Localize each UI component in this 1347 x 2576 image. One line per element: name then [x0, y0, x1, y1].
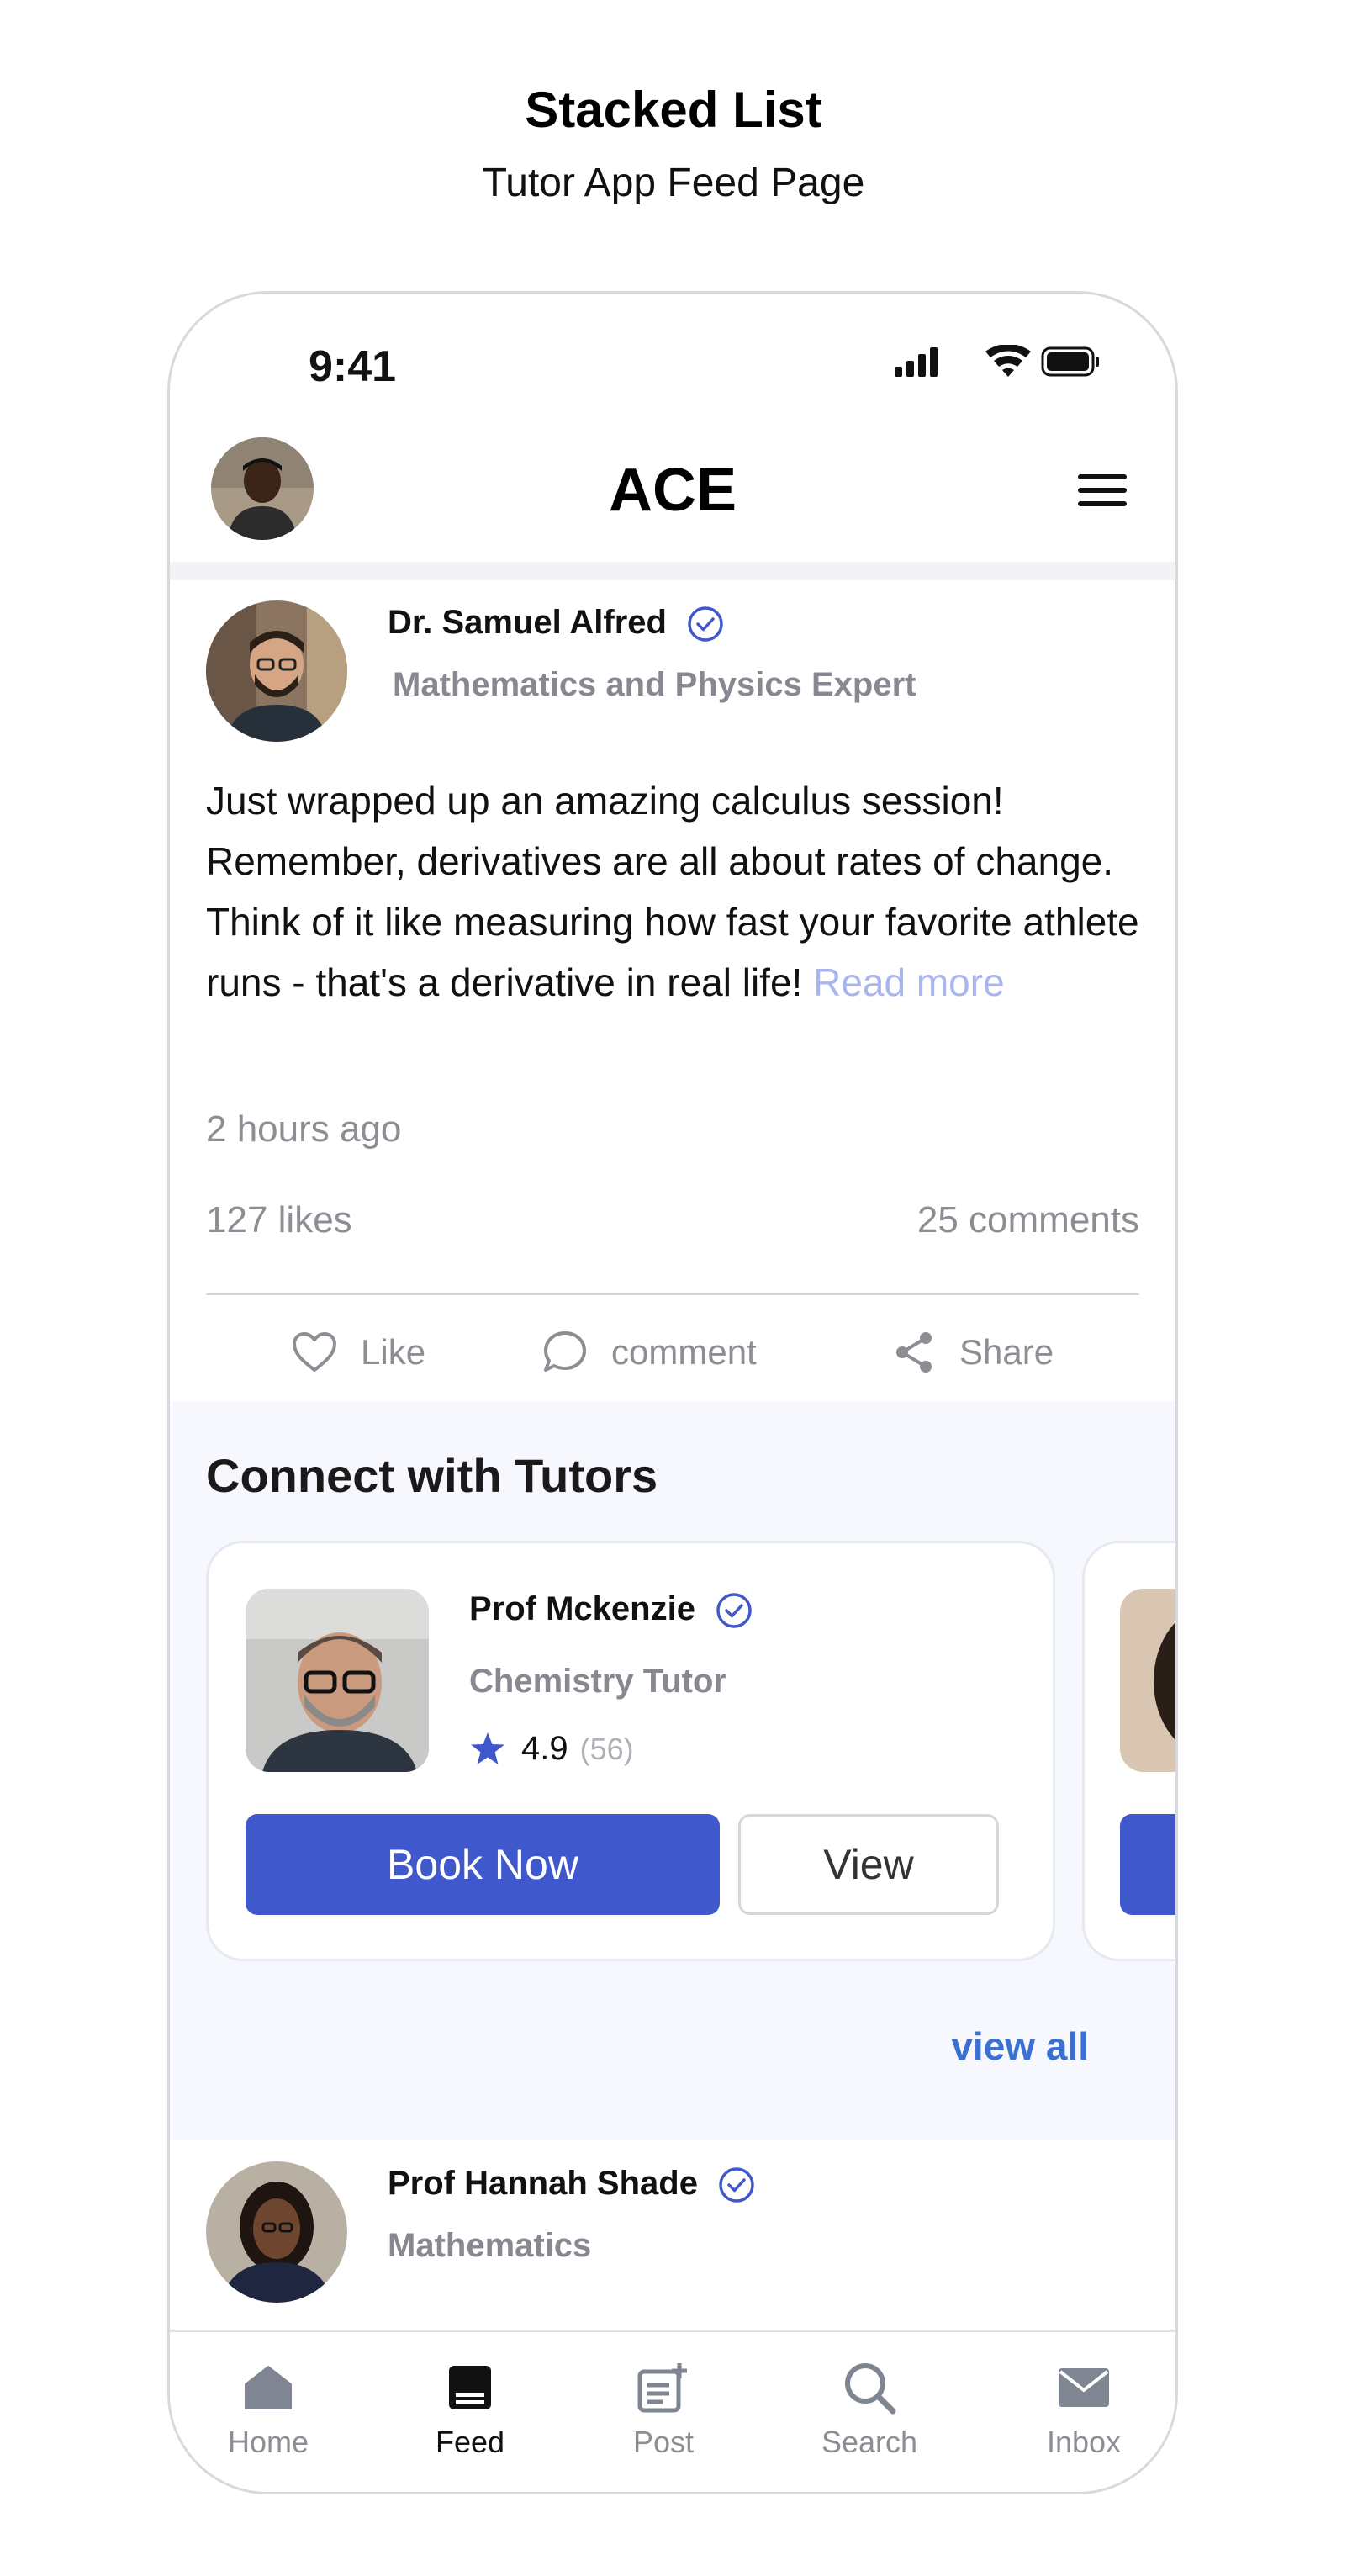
- star-icon: [471, 1732, 504, 1764]
- comments-count[interactable]: 25 comments: [917, 1199, 1139, 1241]
- tutor-subject: Chemistry Tutor: [469, 1663, 726, 1700]
- tab-label: Home: [227, 2425, 309, 2459]
- tab-feed[interactable]: Feed: [386, 2357, 554, 2460]
- section-title: Connect with Tutors: [206, 1449, 658, 1502]
- search-icon: [845, 2363, 896, 2415]
- tab-label: Feed: [435, 2425, 505, 2459]
- tab-post[interactable]: Post: [579, 2357, 747, 2460]
- connect-with-tutors-section: Connect with Tutors Prof Mckenzie Chemis…: [170, 1401, 1175, 2140]
- post-body: Just wrapped up an amazing calculus sess…: [206, 779, 1139, 1004]
- post-author-name[interactable]: Prof Hannah Shade: [388, 2165, 755, 2203]
- tutor-photo: [246, 1589, 429, 1772]
- tutor-card-next[interactable]: [1082, 1541, 1175, 1961]
- comment-bubble-icon: [544, 1331, 586, 1372]
- read-more-link[interactable]: Read more: [813, 960, 1005, 1004]
- tutor-photo: [1120, 1589, 1175, 1772]
- tab-label: Post: [632, 2425, 695, 2459]
- share-icon: [896, 1332, 932, 1373]
- page-subtitle: Tutor App Feed Page: [482, 161, 865, 205]
- post-author-name[interactable]: Dr. Samuel Alfred: [388, 604, 724, 643]
- verified-badge-icon: [688, 606, 723, 643]
- cellular-signal-icon: [895, 347, 938, 377]
- battery-icon: [1041, 346, 1099, 377]
- tutor-card[interactable]: Prof Mckenzie Chemistry Tutor 4.9 (56) B…: [206, 1541, 1055, 1961]
- post-timestamp: 2 hours ago: [206, 1108, 402, 1150]
- home-icon: [245, 2366, 292, 2409]
- tab-label: Inbox: [1046, 2425, 1122, 2459]
- tutor-rating: 4.9 (56): [469, 1730, 634, 1768]
- post-divider: [206, 1293, 1139, 1295]
- book-now-button[interactable]: [1120, 1814, 1175, 1915]
- like-button[interactable]: Like: [292, 1327, 425, 1378]
- likes-count[interactable]: 127 likes: [206, 1199, 352, 1241]
- review-count: (56): [579, 1731, 634, 1766]
- tutor-name[interactable]: Prof Mckenzie: [469, 1590, 753, 1629]
- verified-badge-icon: [716, 1593, 752, 1629]
- post-icon: [637, 2363, 687, 2413]
- feed-icon: [449, 2366, 491, 2409]
- post-author-avatar[interactable]: [206, 600, 347, 742]
- book-now-button[interactable]: Book Now: [246, 1814, 720, 1915]
- post-author-role: Mathematics: [388, 2227, 592, 2264]
- share-label: Share: [959, 1332, 1054, 1372]
- phone-frame: 9:41 ACE Dr. Samuel Alfred Mathematics a…: [167, 291, 1178, 2494]
- tab-home[interactable]: Home: [184, 2357, 352, 2460]
- post-author-avatar[interactable]: [206, 2161, 347, 2303]
- hamburger-menu-icon[interactable]: [1078, 474, 1127, 508]
- rating-value: 4.9: [521, 1730, 568, 1767]
- comment-button[interactable]: comment: [542, 1327, 757, 1378]
- post-author-role: Mathematics and Physics Expert: [393, 666, 916, 703]
- section-divider: [170, 562, 1175, 580]
- share-button[interactable]: Share: [894, 1327, 1054, 1378]
- bottom-tab-bar: Home Feed Post Search Inbox: [170, 2330, 1175, 2492]
- view-tutor-button[interactable]: View: [738, 1814, 999, 1915]
- page-title: Stacked List: [525, 82, 822, 138]
- verified-badge-icon: [719, 2167, 754, 2203]
- like-label: Like: [361, 1332, 426, 1372]
- heart-icon: [293, 1332, 336, 1372]
- view-all-link[interactable]: view all: [951, 2023, 1089, 2069]
- tab-inbox[interactable]: Inbox: [1000, 2357, 1168, 2460]
- status-time: 9:41: [309, 342, 397, 391]
- tab-label: Search: [821, 2425, 918, 2459]
- inbox-icon: [1059, 2368, 1109, 2407]
- app-title: ACE: [608, 457, 737, 524]
- status-icons: [895, 345, 1099, 377]
- comment-label: comment: [611, 1332, 757, 1372]
- tab-search[interactable]: Search: [785, 2357, 953, 2460]
- wifi-icon: [985, 345, 1031, 377]
